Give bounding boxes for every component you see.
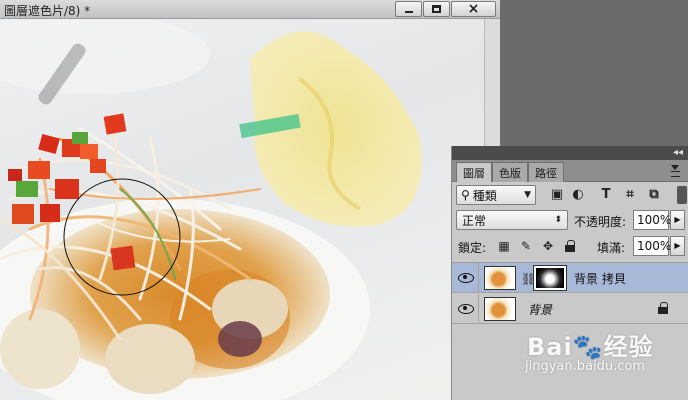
blend-mode-row: 正常 ⬍ 不透明度: 100% ▶ bbox=[452, 208, 688, 232]
lock-move-icon[interactable]: ✥ bbox=[541, 239, 555, 253]
lock-row: 鎖定: ▦ ✎ ✥ 填滿: 100% ▶ bbox=[452, 234, 688, 258]
paw-icon: 🐾 bbox=[572, 333, 604, 361]
divider bbox=[478, 263, 479, 293]
lock-all-icon[interactable] bbox=[563, 239, 577, 253]
panel-tabs: 圖層 色版 路徑 bbox=[452, 160, 688, 182]
maximize-button[interactable] bbox=[423, 1, 450, 17]
search-icon: ⚲ bbox=[461, 188, 470, 202]
watermark-url: jingyan.baidu.com bbox=[525, 359, 645, 374]
opacity-label: 不透明度: bbox=[574, 215, 627, 229]
adjustment-icon[interactable]: ◐ bbox=[571, 188, 585, 202]
layer-thumbnail[interactable] bbox=[484, 297, 516, 321]
visibility-eye-icon[interactable] bbox=[456, 302, 474, 316]
opacity-dropdown-button[interactable]: ▶ bbox=[670, 210, 685, 230]
blend-mode-select[interactable]: 正常 ⬍ bbox=[456, 210, 568, 230]
filter-kind-label: 種類 bbox=[472, 188, 497, 203]
photo-image bbox=[0, 19, 422, 400]
chevron-right-icon: ▶ bbox=[674, 215, 681, 224]
layer-lock-icon bbox=[657, 302, 669, 314]
chevron-updown-icon: ⬍ bbox=[554, 215, 562, 225]
padlock-icon bbox=[564, 240, 576, 252]
lock-label: 鎖定: bbox=[458, 241, 487, 255]
panel-header-strip[interactable]: ◂◂ bbox=[452, 146, 688, 160]
chevron-right-icon: ▶ bbox=[674, 241, 681, 250]
lock-transparent-icon[interactable]: ▦ bbox=[497, 239, 511, 253]
maximize-icon bbox=[432, 5, 441, 13]
visibility-eye-icon[interactable] bbox=[456, 271, 474, 285]
type-icon[interactable]: T bbox=[599, 188, 613, 202]
layer-name[interactable]: 背景 拷貝 bbox=[574, 270, 626, 287]
layer-row-background[interactable]: 背景 bbox=[452, 294, 688, 324]
document-window: 圖層遮色片/8) * × bbox=[0, 0, 500, 400]
close-button[interactable]: × bbox=[451, 1, 496, 17]
watermark-logo-text: Bai🐾经验 bbox=[527, 333, 654, 361]
fill-label: 填滿: bbox=[597, 241, 626, 255]
panel-menu-icon[interactable] bbox=[669, 163, 683, 177]
filter-kind-select[interactable]: ⚲ 種類 ▼ bbox=[456, 185, 536, 205]
smart-object-icon[interactable]: ⧉ bbox=[647, 188, 661, 202]
fill-dropdown-button[interactable]: ▶ bbox=[670, 236, 685, 256]
shape-icon[interactable]: ⌗ bbox=[623, 188, 637, 202]
minimize-button[interactable] bbox=[395, 1, 422, 17]
layer-row-background-copy[interactable]: ⛓ 背景 拷貝 bbox=[452, 263, 688, 293]
layer-name[interactable]: 背景 bbox=[528, 301, 552, 318]
baidu-watermark: Bai🐾经验 jingyan.baidu.com bbox=[525, 327, 654, 374]
minimize-icon bbox=[404, 10, 413, 13]
divider bbox=[478, 294, 479, 324]
layer-thumbnail[interactable] bbox=[484, 266, 516, 290]
tab-layers[interactable]: 圖層 bbox=[456, 162, 492, 182]
tab-paths[interactable]: 路徑 bbox=[528, 162, 564, 182]
tab-channels[interactable]: 色版 bbox=[492, 162, 528, 182]
close-icon: × bbox=[467, 1, 480, 17]
image-icon[interactable]: ▣ bbox=[550, 188, 564, 202]
layer-mask-thumbnail[interactable] bbox=[533, 265, 567, 291]
document-titlebar[interactable]: 圖層遮色片/8) * × bbox=[0, 0, 500, 19]
blend-mode-value: 正常 bbox=[462, 213, 487, 228]
filter-toggle[interactable] bbox=[677, 186, 687, 204]
lock-paint-icon[interactable]: ✎ bbox=[519, 239, 533, 253]
chevron-down-icon: ▼ bbox=[524, 190, 531, 200]
opacity-input[interactable]: 100% bbox=[633, 210, 671, 230]
fill-input[interactable]: 100% bbox=[633, 236, 671, 256]
layer-filter-row: ⚲ 種類 ▼ ▣ ◐ T ⌗ ⧉ bbox=[452, 182, 688, 208]
collapse-icon[interactable]: ◂◂ bbox=[673, 146, 683, 159]
document-title: 圖層遮色片/8) * bbox=[4, 4, 91, 18]
document-canvas[interactable] bbox=[0, 19, 484, 400]
